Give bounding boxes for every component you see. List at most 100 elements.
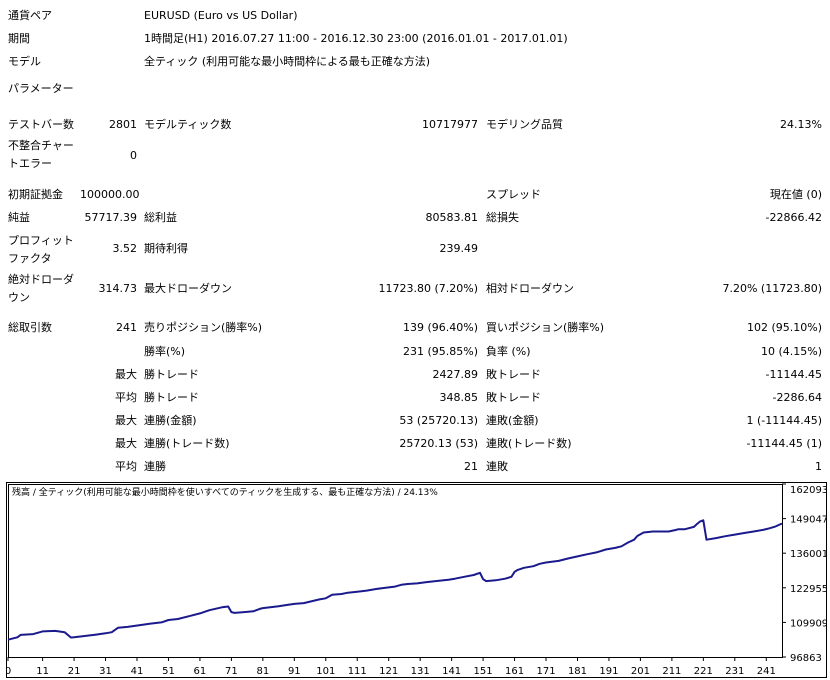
x-tick-label: 141 <box>442 666 461 677</box>
y-tick-label: 149047 <box>790 515 827 526</box>
mismatch-label: 不整合チャートエラー <box>8 139 74 170</box>
consec-wins-trades-value: 25720.13 (53) <box>399 437 478 450</box>
profit-factor-value: 3.52 <box>112 242 138 255</box>
bars-value: 2801 <box>109 118 137 131</box>
x-tick-label: 121 <box>379 666 398 677</box>
avg-prefix-label-2: 平均 <box>115 460 137 473</box>
symbol-label: 通貨ペア <box>8 9 52 22</box>
x-tick-label: 51 <box>162 666 175 677</box>
x-tick-label: 171 <box>536 666 555 677</box>
consec-losses-money-label: 連敗(金額) <box>486 414 539 427</box>
long-positions-label: 買いポジション(勝率%) <box>486 321 605 334</box>
y-tick-label: 96863 <box>790 653 822 664</box>
absolute-drawdown-value: 314.73 <box>98 282 138 295</box>
absolute-drawdown-label: 絶対ドローダウン <box>8 273 74 304</box>
max-prefix-label: 最大 <box>115 368 137 381</box>
relative-drawdown-value: 7.20% (11723.80) <box>722 282 822 295</box>
largest-win-label: 勝トレード <box>144 368 199 381</box>
avg-consec-losses-label: 連敗 <box>486 460 508 473</box>
x-tick-label: 101 <box>316 666 335 677</box>
consec-wins-trades-label: 連勝(トレード数) <box>144 437 230 450</box>
spread-label: スプレッド <box>486 188 541 201</box>
x-tick-label: 161 <box>505 666 524 677</box>
long-positions-value: 102 (95.10%) <box>746 321 822 334</box>
ticks-value: 10717977 <box>422 118 478 131</box>
x-tick-label: 91 <box>288 666 301 677</box>
win-rate-label: 勝率(%) <box>144 345 186 358</box>
x-tick-label: 111 <box>348 666 367 677</box>
gross-profit-value: 80583.81 <box>425 211 479 224</box>
parameters-label: パラメーター <box>8 82 74 95</box>
max-drawdown-label: 最大ドローダウン <box>144 282 232 295</box>
symbol-value: EURUSD (Euro vs US Dollar) <box>144 9 298 22</box>
net-profit-label: 純益 <box>8 211 30 224</box>
plot-area <box>8 484 783 658</box>
gross-loss-value: -22866.42 <box>765 211 822 224</box>
spread-value: 現在値 (0) <box>769 188 822 201</box>
expected-payoff-value: 239.49 <box>439 242 479 255</box>
total-trades-value: 241 <box>116 321 137 334</box>
x-tick-label: 81 <box>256 666 269 677</box>
avg-prefix-label: 平均 <box>115 391 137 404</box>
x-tick-label: 41 <box>131 666 144 677</box>
mismatch-value: 0 <box>130 149 137 162</box>
avg-consec-wins-value: 21 <box>464 460 478 473</box>
x-tick-label: 241 <box>757 666 776 677</box>
bars-label: テストバー数 <box>8 118 74 131</box>
consec-losses-trades-label: 連敗(トレード数) <box>486 437 572 450</box>
ticks-label: モデルティック数 <box>144 118 232 131</box>
x-tick-label: 0 <box>6 666 11 677</box>
gross-loss-label: 総損失 <box>486 211 519 224</box>
quality-value: 24.13% <box>780 118 822 131</box>
largest-loss-label: 敗トレード <box>486 368 541 381</box>
x-tick-label: 71 <box>225 666 238 677</box>
largest-win-value: 2427.89 <box>432 368 479 381</box>
avg-loss-value: -2286.64 <box>772 391 822 404</box>
consec-wins-money-label: 連勝(金額) <box>144 414 197 427</box>
avg-loss-label: 敗トレード <box>486 391 541 404</box>
deposit-value: 100000.00 <box>80 188 140 201</box>
y-tick-label: 136001 <box>790 549 827 560</box>
quality-label: モデリング品質 <box>486 118 563 131</box>
x-tick-label: 191 <box>599 666 618 677</box>
x-tick-label: 231 <box>725 666 744 677</box>
consec-wins-money-value: 53 (25720.13) <box>399 414 478 427</box>
avg-win-label: 勝トレード <box>144 391 199 404</box>
relative-drawdown-label: 相対ドローダウン <box>486 282 574 295</box>
period-value: 1時間足(H1) 2016.07.27 11:00 - 2016.12.30 2… <box>144 32 568 45</box>
x-tick-label: 11 <box>36 666 49 677</box>
consec-losses-trades-value: -11144.45 (1) <box>746 437 822 450</box>
total-trades-label: 総取引数 <box>8 321 52 334</box>
loss-rate-value: 10 (4.15%) <box>760 345 822 358</box>
net-profit-value: 57717.39 <box>84 211 138 224</box>
gross-profit-label: 総利益 <box>144 211 177 224</box>
x-tick-label: 31 <box>99 666 112 677</box>
max-prefix-label-3: 最大 <box>115 437 137 450</box>
x-tick-label: 181 <box>568 666 587 677</box>
loss-rate-label: 負率 (%) <box>486 345 531 358</box>
balance-chart: 162093 149047 136001 122955 109909 96863 0 11 21… <box>6 482 827 678</box>
largest-loss-value: -11144.45 <box>765 368 822 381</box>
max-prefix-label-2: 最大 <box>115 414 137 427</box>
x-tick-label: 211 <box>662 666 681 677</box>
avg-consec-losses-value: 1 <box>815 460 822 473</box>
win-rate-value: 231 (95.85%) <box>402 345 478 358</box>
profit-factor-label: プロフィットファクタ <box>8 234 74 265</box>
x-tick-label: 201 <box>631 666 650 677</box>
period-label: 期間 <box>8 32 30 45</box>
model-label: モデル <box>8 55 41 68</box>
x-tick-label: 151 <box>474 666 493 677</box>
short-positions-label: 売りポジション(勝率%) <box>144 321 263 334</box>
y-tick-label: 162093 <box>790 485 827 496</box>
expected-payoff-label: 期待利得 <box>144 242 188 255</box>
avg-consec-wins-label: 連勝 <box>144 460 166 473</box>
max-drawdown-value: 11723.80 (7.20%) <box>378 282 478 295</box>
chart-legend: 残高 / 全ティック(利用可能な最小時間枠を使いすべてのティックを生成する、最も… <box>12 486 438 498</box>
y-tick-label: 122955 <box>790 584 827 595</box>
y-tick-label: 109909 <box>790 618 827 629</box>
consec-losses-money-value: 1 (-11144.45) <box>746 414 822 427</box>
deposit-label: 初期証拠金 <box>8 188 63 201</box>
model-value: 全ティック (利用可能な最小時間枠による最も正確な方法) <box>144 55 431 68</box>
x-tick-label: 221 <box>694 666 713 677</box>
x-tick-label: 21 <box>68 666 81 677</box>
